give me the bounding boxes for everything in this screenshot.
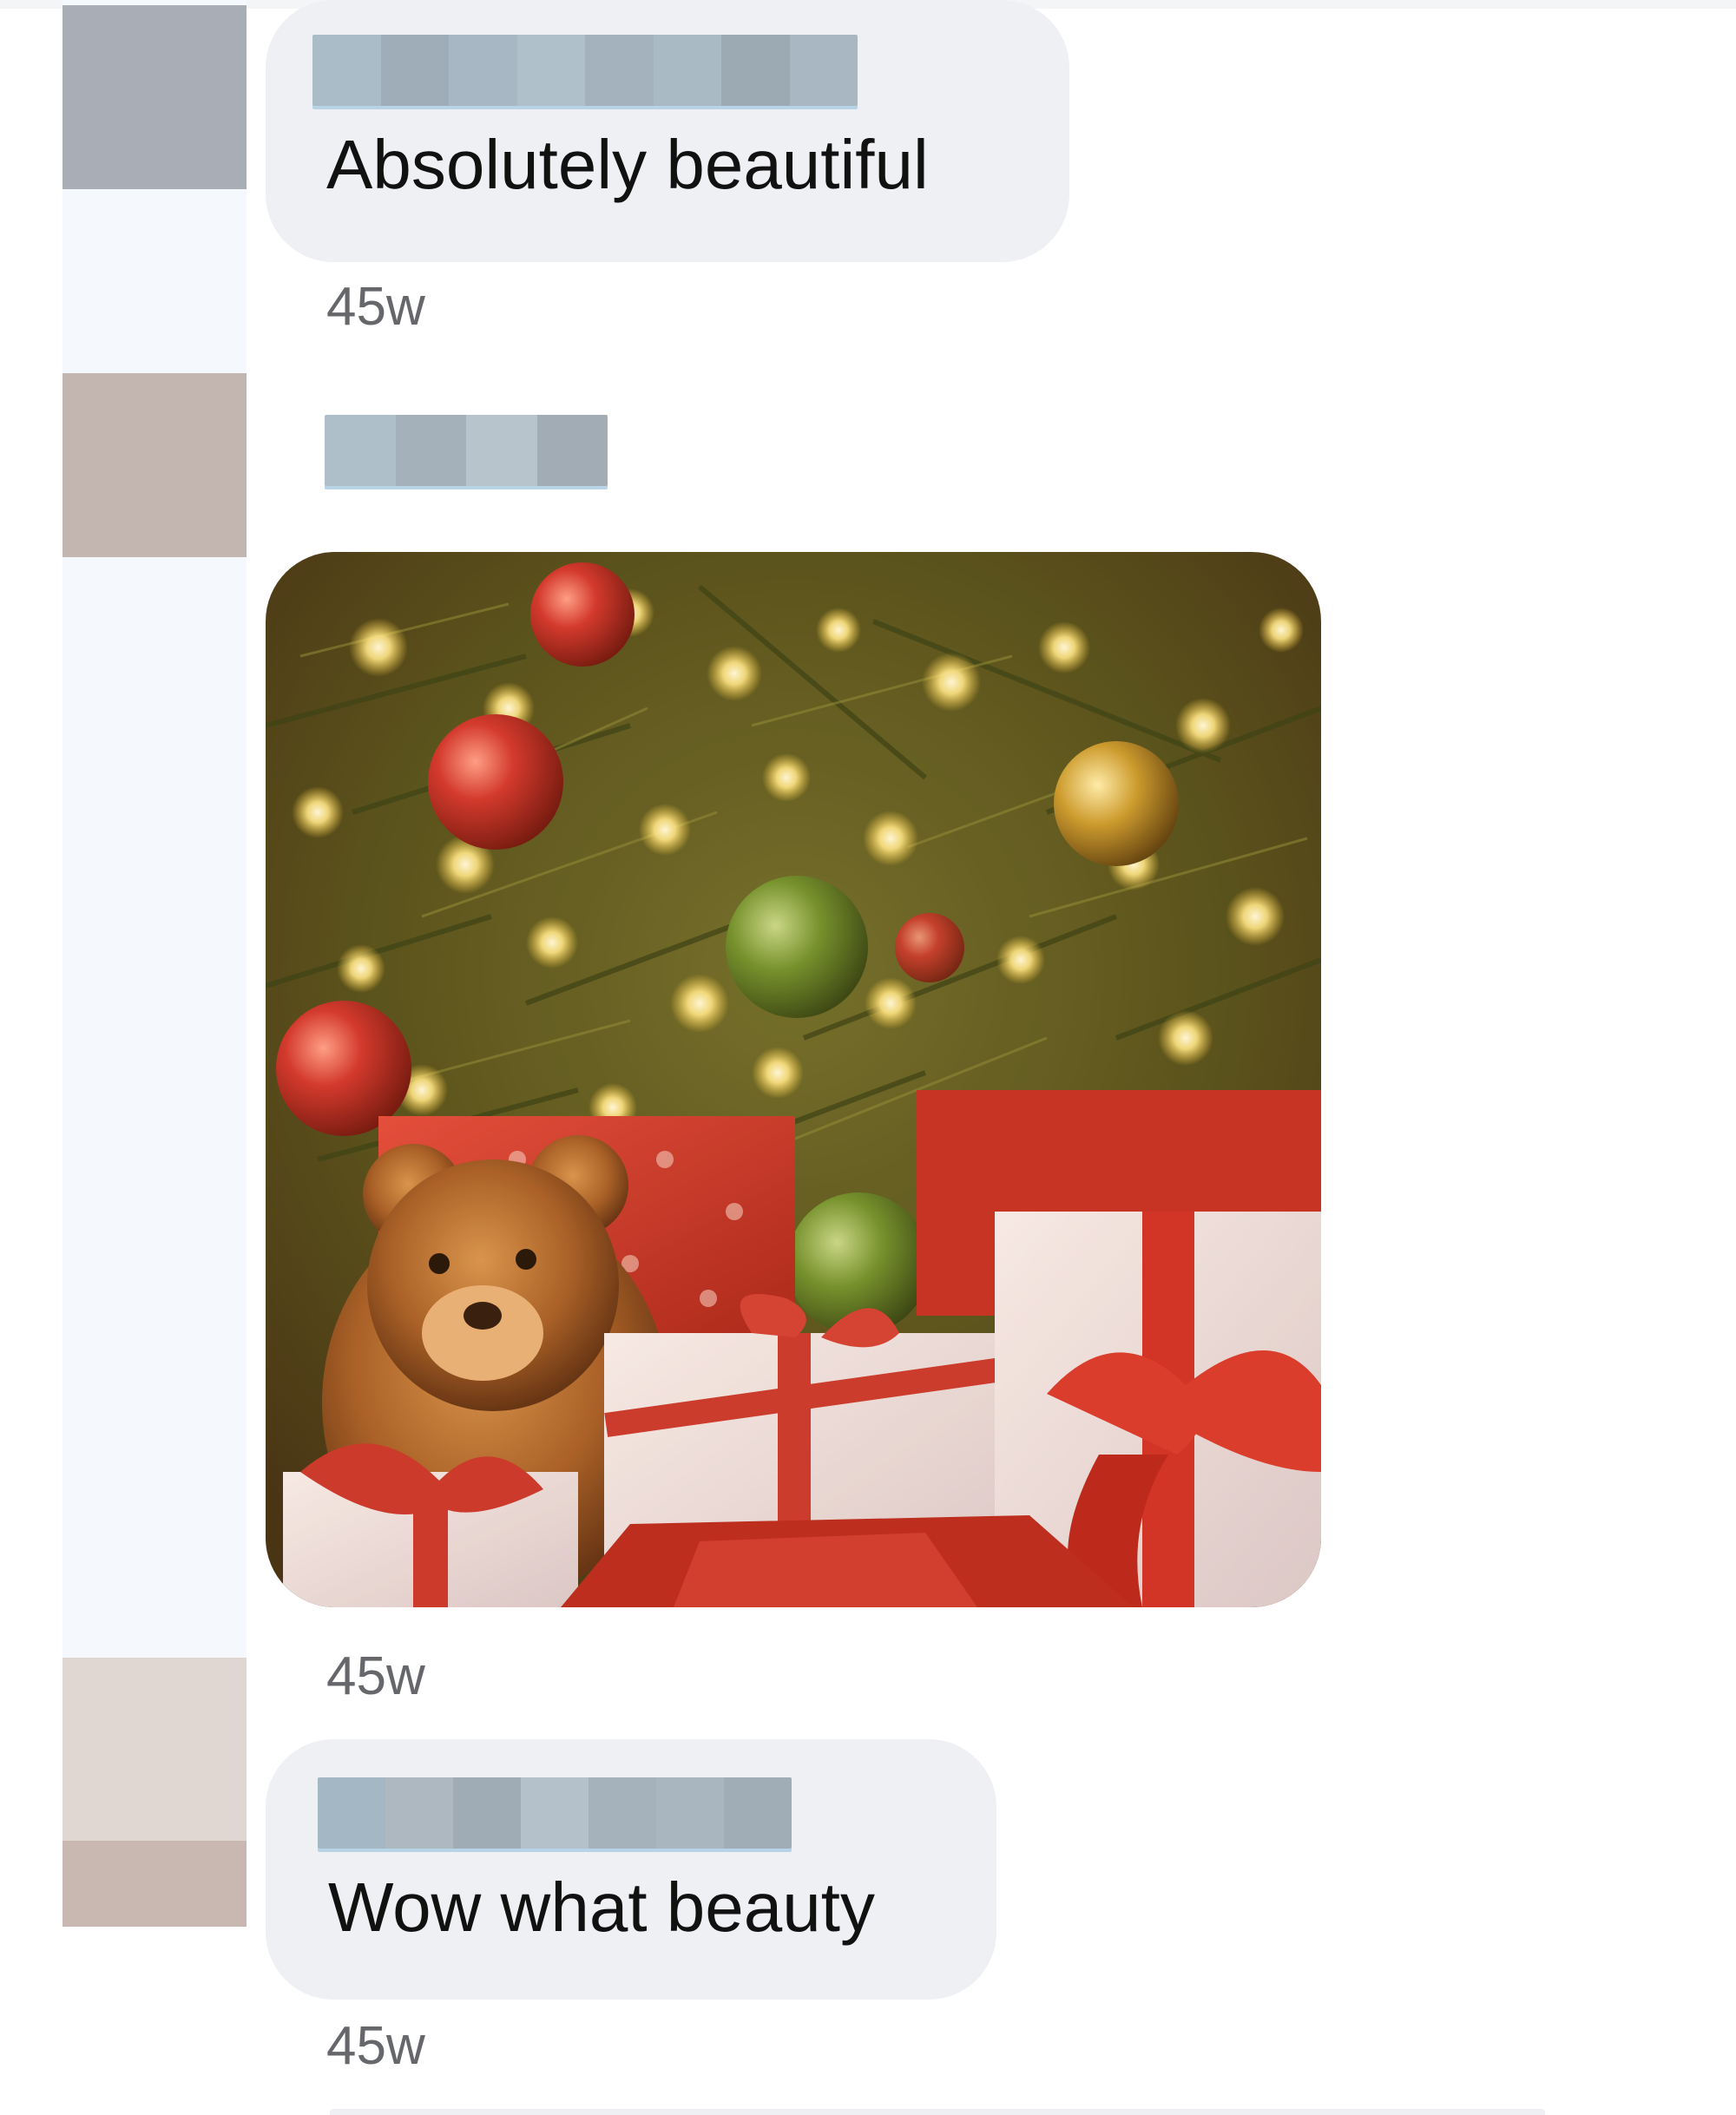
next-comment-edge: [330, 2109, 1545, 2115]
redacted-author-name[interactable]: [318, 1777, 792, 1849]
comment-photo[interactable]: [266, 552, 1321, 1607]
avatar[interactable]: [62, 5, 247, 189]
comment-timestamp[interactable]: 45w: [326, 276, 425, 338]
avatar[interactable]: [62, 373, 247, 557]
thread-column: [62, 0, 247, 1927]
comment-timestamp[interactable]: 45w: [326, 1645, 425, 1707]
comment-text: Absolutely beautiful: [326, 126, 929, 203]
redacted-author-name[interactable]: [325, 415, 608, 486]
avatar[interactable]: [62, 1658, 247, 1927]
redacted-author-name[interactable]: [312, 35, 858, 106]
comment-timestamp[interactable]: 45w: [326, 2015, 425, 2077]
christmas-tree-gifts-photo: [266, 552, 1321, 1607]
comment-text: Wow what beauty: [328, 1869, 875, 1946]
